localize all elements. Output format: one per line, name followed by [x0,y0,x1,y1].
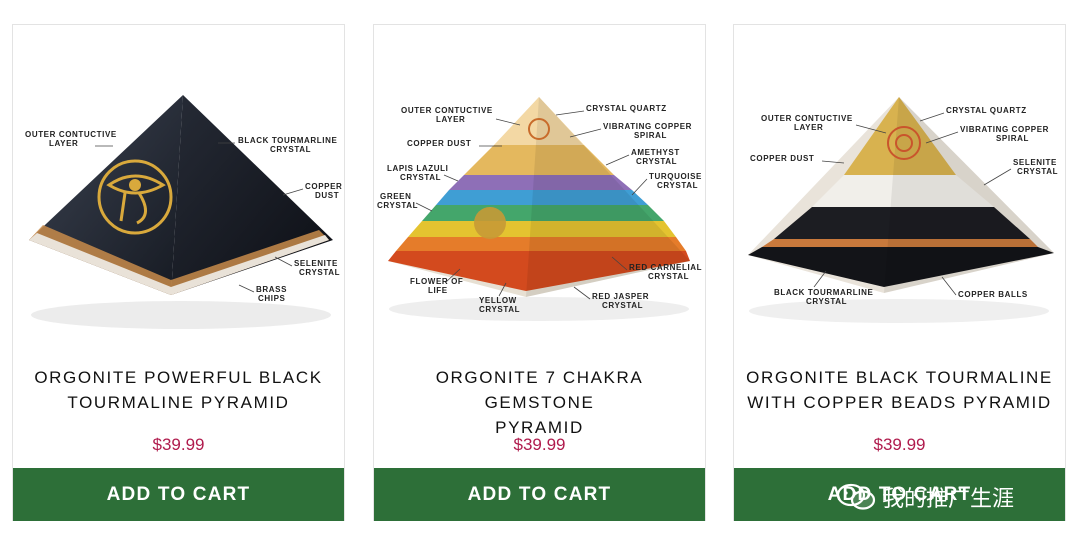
svg-text:LIFE: LIFE [428,286,448,295]
callout-copper-dust: COPPER [305,182,342,191]
callout-vibrating-copper: VIBRATING COPPER [603,122,692,131]
callout-selenite: SELENITE [1013,158,1057,167]
wechat-icon [836,482,876,512]
svg-text:CRYSTAL: CRYSTAL [648,272,689,281]
product-image[interactable]: OUTER CONTUCTIVE LAYER CRYSTAL QUARTZ VI… [734,25,1065,345]
product-card-7-chakra[interactable]: OUTER CONTUCTIVE LAYER CRYSTAL QUARTZ CO… [373,24,706,521]
callout-red-carnelial: RED CARNELIAL [629,263,702,272]
callout-copper-dust: COPPER DUST [407,139,471,148]
svg-text:LAYER: LAYER [436,115,465,124]
svg-text:CRYSTAL: CRYSTAL [1017,167,1058,176]
callout-turquoise: TURQUOISE [649,172,702,181]
callout-crystal-quartz: CRYSTAL QUARTZ [586,104,667,113]
callout-outer-layer: OUTER CONTUCTIVE [401,106,493,115]
product-price: $39.99 [152,435,205,454]
product-image[interactable]: OUTER CONTUCTIVE LAYER CRYSTAL QUARTZ CO… [374,25,705,345]
svg-text:CRYSTAL: CRYSTAL [270,145,311,154]
callout-vibrating-copper: VIBRATING COPPER [960,125,1049,134]
svg-text:LAYER: LAYER [49,139,78,148]
svg-text:DUST: DUST [315,191,339,200]
svg-text:LAYER: LAYER [794,123,823,132]
svg-text:CRYSTAL: CRYSTAL [657,181,698,190]
svg-text:CHIPS: CHIPS [258,294,286,303]
product-title[interactable]: ORGONITE POWERFUL BLACK TOURMALINE PYRAM… [23,365,334,415]
callout-black-tourmaline: BLACK TOURMARLINE [238,136,337,145]
watermark: 我的推广生涯 [836,480,1014,514]
watermark-text: 我的推广生涯 [882,487,1015,512]
callout-crystal-quartz: CRYSTAL QUARTZ [946,106,1027,115]
callout-copper-dust: COPPER DUST [750,154,814,163]
svg-text:CRYSTAL: CRYSTAL [400,173,441,182]
callout-outer-layer: OUTER CONTUCTIVE [761,114,853,123]
svg-text:CRYSTAL: CRYSTAL [299,268,340,277]
callout-yellow: YELLOW [479,296,517,305]
callout-amethyst: AMETHYST [631,148,680,157]
callout-lapis: LAPIS LAZULI [387,164,448,173]
callout-outer-layer: OUTER CONTUCTIVE [25,130,117,139]
callout-flower-of-life: FLOWER OF [410,277,463,286]
product-title[interactable]: ORGONITE BLACK TOURMALINE WITH COPPER BE… [744,365,1055,415]
svg-text:SPIRAL: SPIRAL [996,134,1029,143]
svg-text:CRYSTAL: CRYSTAL [377,201,418,210]
svg-text:SPIRAL: SPIRAL [634,131,667,140]
callout-red-jasper: RED JASPER [592,292,649,301]
product-price: $39.99 [513,435,566,454]
add-to-cart-button[interactable]: ADD TO CART [13,468,344,521]
callout-green: GREEN [380,192,411,201]
product-price: $39.99 [873,435,926,454]
product-card-black-tourmaline[interactable]: OUTER CONTUCTIVE LAYER BLACK TOURMARLINE… [12,24,345,521]
svg-text:CRYSTAL: CRYSTAL [636,157,677,166]
product-card-copper-beads[interactable]: OUTER CONTUCTIVE LAYER CRYSTAL QUARTZ VI… [733,24,1066,521]
add-to-cart-button[interactable]: ADD TO CART [374,468,705,521]
product-title[interactable]: ORGONITE 7 CHAKRA GEMSTONE PYRAMID [384,365,695,440]
callout-copper-balls: COPPER BALLS [958,290,1028,299]
product-image[interactable]: OUTER CONTUCTIVE LAYER BLACK TOURMARLINE… [13,25,344,345]
callout-black-tourmaline: BLACK TOURMARLINE [774,288,873,297]
callout-selenite: SELENITE [294,259,338,268]
svg-text:CRYSTAL: CRYSTAL [806,297,847,306]
svg-text:CRYSTAL: CRYSTAL [479,305,520,314]
svg-text:CRYSTAL: CRYSTAL [602,301,643,310]
callout-brass-chips: BRASS [256,285,287,294]
